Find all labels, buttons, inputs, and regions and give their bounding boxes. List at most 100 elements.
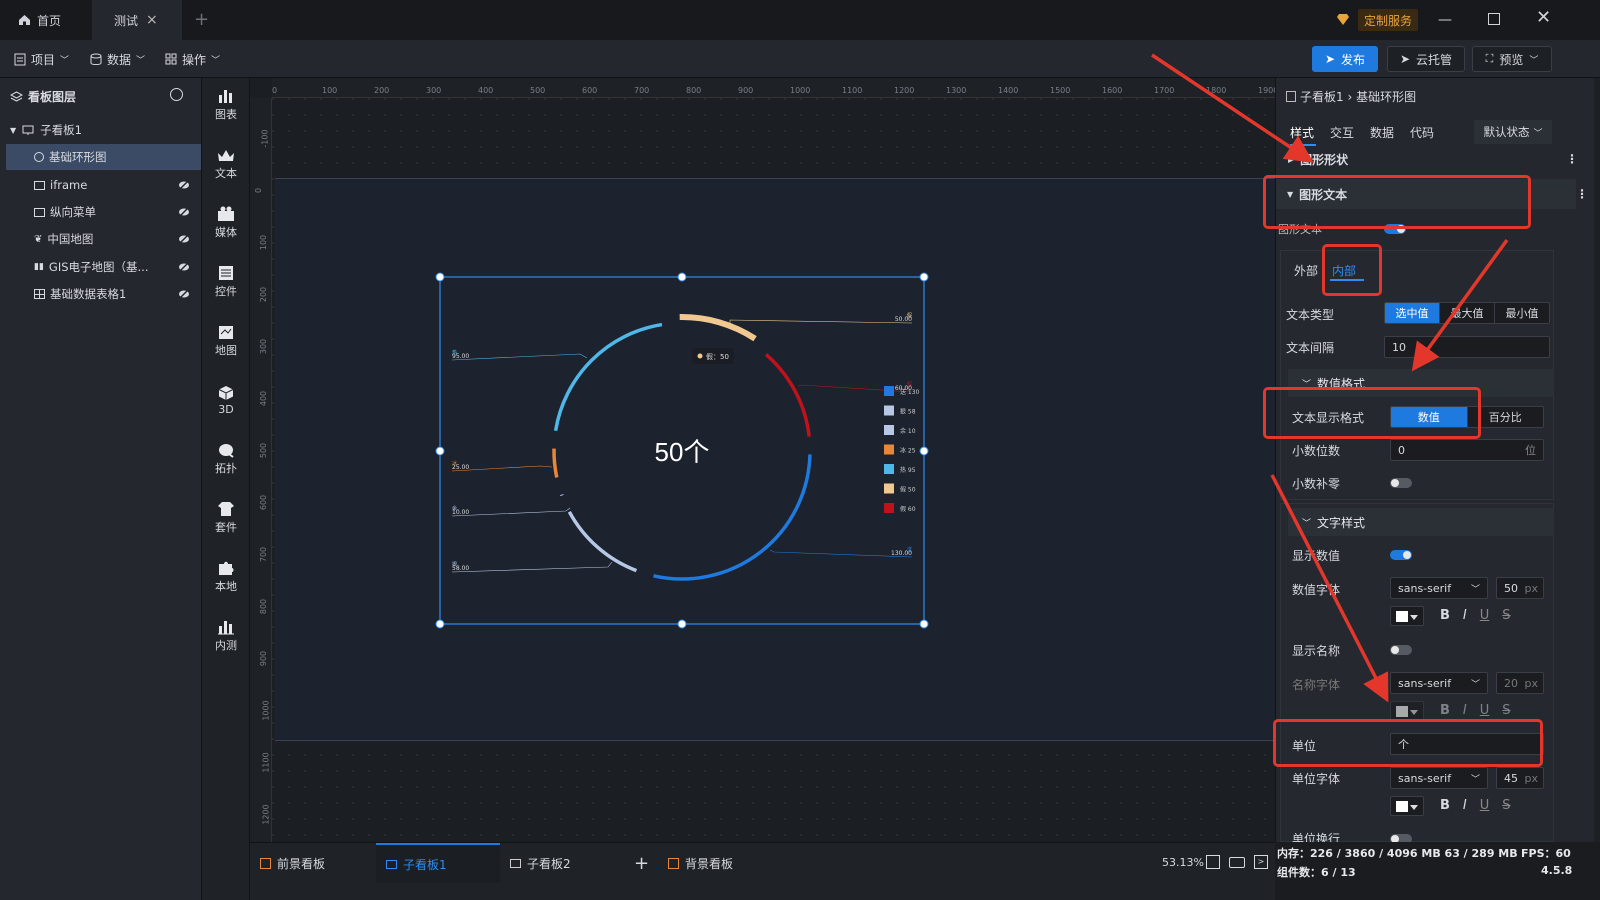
legend-item-label[interactable]: 余 10 [900, 427, 916, 435]
ruler-tick-label: 700 [634, 86, 650, 95]
legend-item-label[interactable]: 送 130 [900, 388, 920, 396]
leader-line [451, 507, 571, 517]
unit-size-input[interactable]: 45 px [1496, 767, 1544, 789]
puzzle-icon [219, 561, 234, 575]
fit-screen-icon[interactable] [1206, 855, 1220, 869]
close-window-icon[interactable]: ✕ [1536, 7, 1551, 28]
eye-hidden-icon[interactable] [178, 233, 190, 245]
leader-line [451, 353, 588, 361]
tab-sub-board-1[interactable]: 子看板1 [376, 843, 500, 883]
layer-item-china-map[interactable]: ❦ 中国地图 [0, 226, 202, 252]
add-board-button[interactable]: + [634, 843, 650, 883]
ring-segment-狠[interactable] [567, 510, 638, 573]
eye-hidden-icon[interactable] [178, 261, 190, 273]
component-toolbox: 图表 文本 媒体 控件 地图 3D 拓扑 套件 本地 内测 [202, 78, 250, 900]
resize-handle[interactable] [435, 619, 445, 629]
layer-item-iframe[interactable]: iframe [0, 172, 202, 198]
menu-operation-label: 操作 [182, 52, 207, 67]
layer-item-table[interactable]: 基础数据表格1 [0, 281, 202, 307]
resize-handle[interactable] [435, 446, 445, 456]
tool-text[interactable]: 文本 [202, 137, 250, 191]
tab-background-board[interactable]: 背景看板 [668, 843, 788, 883]
keyboard-icon[interactable] [1229, 857, 1245, 868]
strikethrough-icon[interactable]: S [1502, 798, 1510, 813]
legend-item-label[interactable]: 冰 25 [900, 447, 916, 455]
resize-handle[interactable] [919, 272, 929, 282]
layer-root[interactable]: ▼ 子看板1 [0, 117, 202, 143]
control-icon [219, 266, 233, 280]
resize-handle[interactable] [919, 446, 929, 456]
custom-service-button[interactable]: 定制服务 [1358, 9, 1419, 31]
ring-center-value: 50个 [655, 437, 710, 467]
more-icon[interactable]: ⋮ [1576, 187, 1588, 201]
ring-segment-假[interactable] [764, 353, 811, 437]
board-icon [510, 858, 521, 868]
leader-label-value: 130.00 [891, 550, 912, 557]
eye-hidden-icon[interactable] [178, 179, 190, 191]
ruler-tick-label: 400 [478, 86, 494, 95]
resize-handle[interactable] [435, 272, 445, 282]
tab-test[interactable]: 测试 × [92, 0, 182, 40]
ring-segment-热[interactable] [553, 322, 663, 432]
layer-item-menu[interactable]: 纵向菜单 [0, 199, 202, 225]
tool-chart[interactable]: 图表 [202, 78, 250, 132]
legend-swatch[interactable] [884, 444, 894, 455]
tool-map[interactable]: 地图 [202, 314, 250, 368]
tool-kit[interactable]: 套件 [202, 491, 250, 545]
unit-font-name: sans-serif [1398, 771, 1452, 785]
ring-segment-冰[interactable] [552, 448, 559, 478]
legend-swatch[interactable] [884, 483, 894, 494]
tool-media[interactable]: 媒体 [202, 196, 250, 250]
legend-item-label[interactable]: 狠 58 [900, 408, 916, 416]
tool-beta[interactable]: 内测 [202, 609, 250, 663]
tool-control[interactable]: 控件 [202, 255, 250, 309]
ruler-tick-label: 1500 [1050, 86, 1071, 95]
menu-project[interactable]: 项目 ﹀ [14, 48, 69, 70]
chevron-down-icon: ﹀ [211, 55, 221, 66]
resize-handle[interactable] [677, 619, 687, 629]
ring-chart-widget[interactable]: 热95.00冰25.00余10.00狠58.00假50.00假60.00送130… [430, 268, 940, 634]
maximize-icon[interactable] [1488, 13, 1500, 25]
bold-icon[interactable]: B [1440, 798, 1450, 813]
props-scrollbar[interactable] [1594, 78, 1600, 842]
tool-topology[interactable]: 拓扑 [202, 432, 250, 486]
legend-item-label[interactable]: 假 60 [900, 505, 916, 513]
unit-color-picker[interactable] [1390, 796, 1424, 816]
italic-icon[interactable]: I [1463, 798, 1467, 813]
new-tab-icon[interactable]: + [194, 9, 209, 30]
minimize-icon[interactable]: — [1438, 12, 1452, 28]
underline-icon[interactable]: U [1480, 798, 1490, 813]
terminal-icon[interactable]: > [1254, 855, 1268, 869]
legend-swatch[interactable] [884, 425, 894, 435]
close-tab-icon[interactable]: × [146, 12, 158, 28]
tab-sub-board-2[interactable]: 子看板2 [510, 843, 630, 883]
resize-handle[interactable] [919, 619, 929, 629]
tab-home[interactable]: 首页 [0, 0, 92, 40]
menu-data[interactable]: 数据 ﹀ [90, 48, 145, 70]
layer-root-label: 子看板1 [40, 123, 82, 137]
tool-3d[interactable]: 3D [202, 373, 250, 427]
resize-handle[interactable] [677, 272, 687, 282]
legend-swatch[interactable] [884, 386, 894, 396]
leader-label-value: 50.00 [895, 316, 912, 323]
kit-icon [218, 502, 234, 516]
tab-foreground-board[interactable]: 前景看板 [258, 843, 378, 883]
layer-item-ring[interactable]: 基础环形图 [6, 144, 201, 170]
ring-icon [34, 152, 44, 162]
eye-hidden-icon[interactable] [178, 288, 190, 300]
layer-item-gis[interactable]: ▮▮ GIS电子地图（基... [0, 254, 202, 280]
legend-swatch[interactable] [884, 405, 894, 416]
legend-item-label[interactable]: 假 50 [900, 486, 916, 494]
legend-swatch[interactable] [884, 464, 894, 474]
ruler-tick-label: 600 [259, 494, 269, 511]
unit-font-select[interactable]: sans-serif ﹀ [1390, 767, 1488, 789]
table-icon [34, 289, 45, 299]
legend-item-label[interactable]: 热 95 [900, 466, 916, 474]
ring-segment-送[interactable] [653, 454, 812, 581]
zoom-level[interactable]: 53.13% [1162, 856, 1204, 869]
legend-swatch[interactable] [884, 503, 894, 513]
eye-hidden-icon[interactable] [178, 206, 190, 218]
menu-operation[interactable]: 操作 ﹀ [165, 48, 220, 70]
tool-local[interactable]: 本地 [202, 550, 250, 604]
search-icon[interactable] [170, 88, 183, 101]
